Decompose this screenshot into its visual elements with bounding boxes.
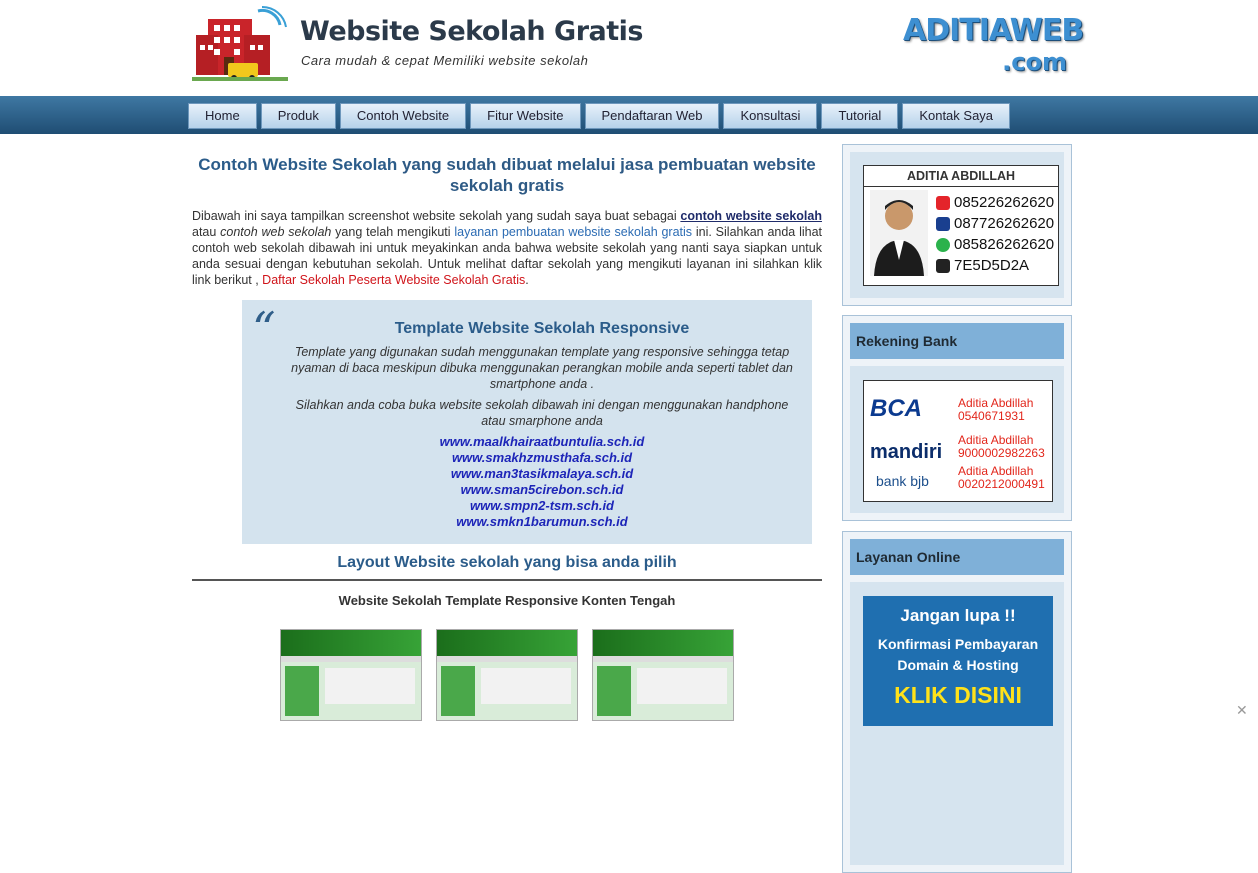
page-title: Contoh Website Sekolah yang sudah dibuat…: [192, 154, 822, 196]
intro-text-3: yang telah mengikuti: [331, 225, 455, 239]
layout-subheading: Website Sekolah Template Responsive Kont…: [338, 593, 676, 608]
quote-paragraph-1: Template yang digunakan sudah menggunaka…: [291, 345, 793, 391]
main-content: Contoh Website Sekolah yang sudah dibuat…: [192, 148, 822, 721]
layout-heading: Layout Website sekolah yang bisa anda pi…: [337, 554, 677, 571]
promo-line-1: Jangan lupa !!: [900, 606, 1016, 625]
page-title-rest: yang sudah dibuat melalui jasa pembuatan…: [401, 155, 816, 195]
example-site-links: www.maalkhairaatbuntulia.sch.id www.smak…: [242, 434, 842, 530]
brand-logo[interactable]: ADITIAWEB .com: [903, 13, 1084, 77]
bjb-logo-icon: bank bjb: [876, 473, 929, 489]
nav-tutorial[interactable]: Tutorial: [821, 103, 899, 129]
online-service-widget: Layanan Online Jangan lupa !! Konfirmasi…: [842, 531, 1072, 873]
bjb-account: Aditia Abdillah 0020212000491: [958, 465, 1045, 491]
brand-name: ADITIAWEB: [903, 13, 1084, 48]
quote-title: Template Website Sekolah Responsive: [394, 320, 690, 337]
contact-widget: ADITIA ABDILLAH 085226262620 08772626262…: [842, 144, 1072, 306]
bca-account: Aditia Abdillah 0540671931: [958, 397, 1033, 423]
example-site-link[interactable]: www.sman5cirebon.sch.id: [242, 482, 842, 498]
site-tagline: Cara mudah & cepat Memiliki website seko…: [301, 53, 589, 68]
bank-accounts-card[interactable]: BCA Aditia Abdillah 0540671931 mandiri A…: [863, 380, 1053, 502]
profile-photo: [870, 190, 928, 276]
bca-logo-icon: BCA: [870, 395, 922, 422]
telkomsel-icon: [936, 195, 950, 210]
promo-line-2: Konfirmasi Pembayaran: [877, 636, 1039, 652]
intro-text-end: .: [525, 273, 529, 287]
bank-widget: Rekening Bank BCA Aditia Abdillah 054067…: [842, 315, 1072, 521]
account-number: 0540671931: [958, 409, 1025, 423]
example-site-link[interactable]: www.smakhzmusthafa.sch.id: [242, 450, 842, 466]
school-building-icon[interactable]: [192, 5, 288, 83]
site-title[interactable]: Website Sekolah Gratis: [300, 16, 643, 47]
phone-number: 085826262620: [954, 236, 1055, 253]
mandiri-logo-icon: mandiri: [870, 441, 943, 463]
template-screenshot-2[interactable]: [436, 629, 578, 721]
main-menu: Home Produk Contoh Website Fitur Website…: [188, 103, 1011, 129]
nav-kontak-saya[interactable]: Kontak Saya: [902, 103, 1011, 129]
link-daftar-sekolah[interactable]: Daftar Sekolah Peserta Website Sekolah G…: [262, 273, 525, 287]
promo-line-3: Domain & Hosting: [897, 657, 1019, 673]
nav-home[interactable]: Home: [188, 103, 257, 129]
promo-cta[interactable]: KLIK DISINI: [863, 682, 1053, 709]
intro-paragraph: Dibawah ini saya tampilkan screenshot we…: [192, 208, 822, 288]
intro-text-2: atau: [192, 225, 221, 239]
phone-number: 087726262620: [954, 215, 1055, 232]
pin-code: 7E5D5D2A: [954, 257, 1030, 274]
responsive-template-box: “ Template Website Sekolah Responsive Te…: [242, 300, 812, 544]
nav-konsultasi[interactable]: Konsultasi: [723, 103, 818, 129]
phone-number: 085226262620: [954, 194, 1055, 211]
close-icon[interactable]: ✕: [1236, 702, 1248, 719]
template-screenshot-3[interactable]: [592, 629, 734, 721]
site-header: Website Sekolah Gratis Cara mudah & cepa…: [0, 0, 1258, 96]
example-site-link[interactable]: www.maalkhairaatbuntulia.sch.id: [242, 434, 842, 450]
contact-card[interactable]: ADITIA ABDILLAH 085226262620 08772626262…: [863, 165, 1059, 286]
template-screenshot-1[interactable]: [280, 629, 422, 721]
phone-xl[interactable]: 087726262620: [936, 215, 1054, 232]
account-number: 0020212000491: [958, 477, 1045, 491]
intro-text-1: Dibawah ini saya tampilkan screenshot we…: [192, 209, 681, 223]
payment-confirmation-banner[interactable]: Jangan lupa !! Konfirmasi Pembayaran Dom…: [863, 596, 1053, 726]
nav-bar: Home Produk Contoh Website Fitur Website…: [0, 96, 1258, 134]
whatsapp-icon: [936, 237, 950, 252]
brand-domain: .com: [1002, 48, 1067, 76]
nav-pendaftaran-web[interactable]: Pendaftaran Web: [584, 103, 720, 129]
nav-produk[interactable]: Produk: [260, 103, 336, 129]
online-heading: Layanan Online: [850, 539, 1064, 575]
divider: [192, 579, 822, 581]
quote-paragraph-2: Silahkan anda coba buka website sekolah …: [295, 398, 789, 428]
example-site-link[interactable]: www.smkn1barumun.sch.id: [242, 514, 842, 530]
phone-telkomsel[interactable]: 085226262620: [936, 194, 1054, 211]
nav-contoh-website[interactable]: Contoh Website: [339, 103, 467, 129]
phone-whatsapp[interactable]: 085826262620: [936, 236, 1054, 253]
example-site-link[interactable]: www.man3tasikmalaya.sch.id: [242, 466, 842, 482]
link-layanan[interactable]: layanan pembuatan website sekolah gratis: [454, 225, 692, 239]
account-number: 9000002982263: [958, 446, 1045, 460]
bbm-pin[interactable]: 7E5D5D2A: [936, 257, 1029, 274]
page-title-strong: Contoh Website Sekolah: [198, 155, 398, 174]
nav-fitur-website[interactable]: Fitur Website: [470, 103, 581, 129]
example-site-link[interactable]: www.smpn2-tsm.sch.id: [242, 498, 842, 514]
contact-name: ADITIA ABDILLAH: [864, 166, 1058, 187]
mandiri-account: Aditia Abdillah 9000002982263: [958, 434, 1045, 460]
link-contoh-website-sekolah[interactable]: contoh website sekolah: [680, 209, 822, 223]
bbm-icon: [936, 258, 950, 273]
xl-icon: [936, 216, 950, 231]
bank-heading: Rekening Bank: [850, 323, 1064, 359]
intro-italic: contoh web sekolah: [220, 225, 332, 239]
